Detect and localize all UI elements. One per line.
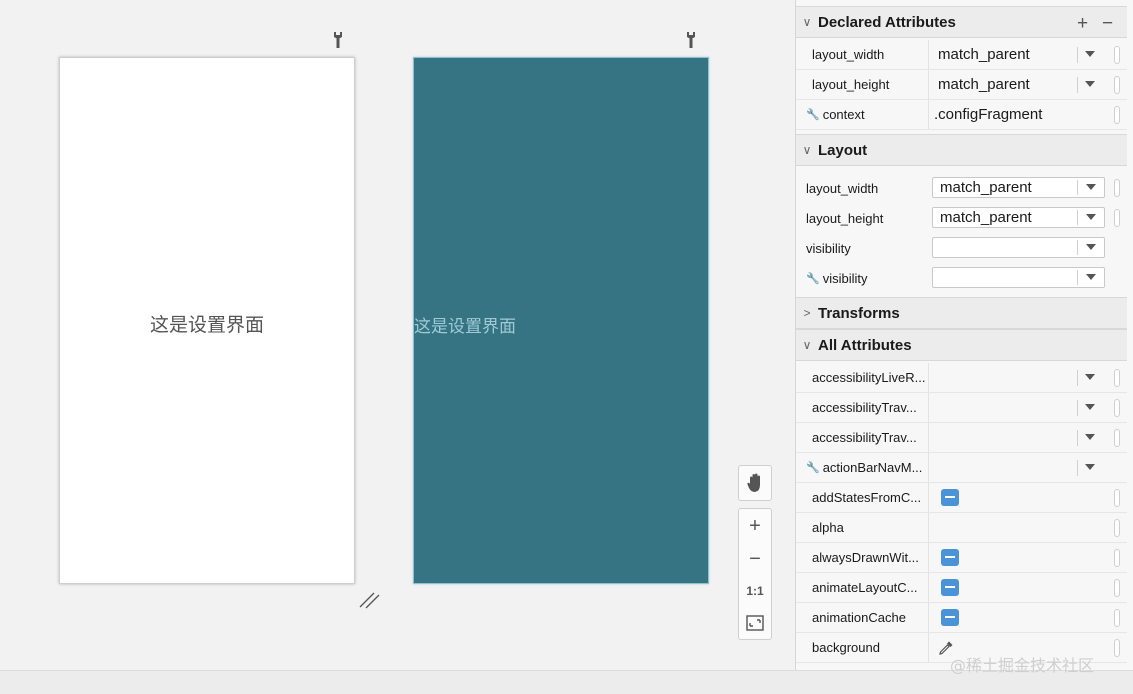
declared-row[interactable]: 🔧 context .configFragment — [796, 100, 1127, 130]
zoom-out-icon[interactable]: − — [739, 544, 771, 574]
dropdown-arrow-icon[interactable] — [1085, 374, 1095, 380]
edit-button[interactable] — [1114, 609, 1120, 627]
wrench-icon[interactable] — [684, 31, 698, 49]
edit-button[interactable] — [1114, 639, 1120, 657]
attribute-row[interactable]: accessibilityTrav... — [796, 393, 1127, 423]
tools-visibility-combo[interactable] — [932, 267, 1105, 288]
dropdown-arrow-icon — [1086, 184, 1096, 190]
value-field[interactable] — [928, 513, 1114, 542]
edit-button[interactable] — [1114, 549, 1120, 567]
edit-button[interactable] — [1114, 369, 1120, 387]
hand-icon[interactable] — [739, 468, 771, 498]
dropdown-arrow-icon[interactable] — [1085, 51, 1095, 57]
dropdown-arrow-icon — [1086, 214, 1096, 220]
dropdown-arrow-icon[interactable] — [1085, 464, 1095, 470]
chevron-down-icon[interactable]: ∨ — [796, 15, 818, 29]
attribute-row[interactable]: accessibilityLiveR... — [796, 363, 1127, 393]
attribute-row[interactable]: addStatesFromC... — [796, 483, 1127, 513]
edit-button[interactable] — [1114, 209, 1120, 227]
preview-text: 这是设置界面 — [149, 314, 264, 336]
design-preview[interactable]: 这是设置界面 — [59, 57, 355, 584]
zoom-in-icon[interactable]: + — [739, 511, 771, 541]
blueprint-preview[interactable]: 这是设置界面 — [413, 57, 709, 584]
layout-header[interactable]: ∨ Layout — [796, 134, 1127, 166]
layout-height-combo[interactable]: match_parent — [932, 207, 1105, 228]
add-attribute-icon[interactable]: + — [1077, 13, 1088, 35]
resize-handle-icon[interactable] — [357, 587, 381, 611]
chevron-right-icon[interactable]: > — [796, 306, 818, 320]
flag-toggle-icon[interactable] — [941, 579, 959, 596]
remove-attribute-icon[interactable]: − — [1102, 13, 1113, 35]
attributes-panel: ∨ Declared Attributes + − layout_width m… — [795, 0, 1133, 670]
edit-button[interactable] — [1114, 46, 1120, 64]
zoom-controls: + − 1:1 — [738, 508, 772, 640]
watermark: @稀土掘金技术社区 — [950, 656, 1095, 675]
declared-attributes-header[interactable]: ∨ Declared Attributes + − — [796, 6, 1127, 38]
edit-button[interactable] — [1114, 179, 1120, 197]
declared-row[interactable]: layout_width match_parent — [796, 40, 1127, 70]
layout-row[interactable]: 🔧 visibility — [796, 263, 1127, 293]
fit-screen-icon[interactable] — [739, 608, 771, 638]
dropdown-arrow-icon — [1086, 244, 1096, 250]
attribute-row[interactable]: animationCache — [796, 603, 1127, 633]
edit-button[interactable] — [1114, 76, 1120, 94]
layout-row[interactable]: layout_width match_parent — [796, 173, 1127, 203]
attribute-row[interactable]: alwaysDrawnWit... — [796, 543, 1127, 573]
all-attributes-header[interactable]: ∨ All Attributes — [796, 329, 1127, 361]
edit-button[interactable] — [1114, 399, 1120, 417]
flag-toggle-icon[interactable] — [941, 549, 959, 566]
layout-width-combo[interactable]: match_parent — [932, 177, 1105, 198]
chevron-down-icon[interactable]: ∨ — [796, 143, 818, 157]
attribute-row[interactable]: 🔧 actionBarNavM... — [796, 453, 1127, 483]
layout-row[interactable]: layout_height match_parent — [796, 203, 1127, 233]
zoom-actual-size-button[interactable]: 1:1 — [739, 576, 771, 606]
dropdown-arrow-icon[interactable] — [1085, 434, 1095, 440]
flag-toggle-icon[interactable] — [941, 609, 959, 626]
layout-row[interactable]: visibility — [796, 233, 1127, 263]
flag-toggle-icon[interactable] — [941, 489, 959, 506]
edit-button[interactable] — [1114, 429, 1120, 447]
wrench-icon: 🔧 — [806, 109, 820, 121]
transforms-header[interactable]: > Transforms — [796, 297, 1127, 329]
wrench-icon: 🔧 — [806, 462, 820, 474]
declared-row[interactable]: layout_height match_parent — [796, 70, 1127, 100]
attribute-row[interactable]: alpha — [796, 513, 1127, 543]
blueprint-text: 这是设置界面 — [414, 317, 516, 337]
dropdown-arrow-icon — [1086, 274, 1096, 280]
wrench-icon: 🔧 — [806, 272, 820, 285]
wrench-icon[interactable] — [331, 31, 345, 49]
edit-button[interactable] — [1114, 106, 1120, 124]
dropdown-arrow-icon[interactable] — [1085, 404, 1095, 410]
edit-button[interactable] — [1114, 579, 1120, 597]
attribute-row[interactable]: animateLayoutC... — [796, 573, 1127, 603]
chevron-down-icon[interactable]: ∨ — [796, 338, 818, 352]
edit-button[interactable] — [1114, 489, 1120, 507]
attribute-row[interactable]: accessibilityTrav... — [796, 423, 1127, 453]
value-field[interactable]: .configFragment — [928, 100, 1114, 129]
pan-control — [738, 465, 772, 501]
edit-button[interactable] — [1114, 519, 1120, 537]
visibility-combo[interactable] — [932, 237, 1105, 258]
dropdown-arrow-icon[interactable] — [1085, 81, 1095, 87]
design-canvas[interactable]: 这是设置界面 这是设置界面 + − 1:1 — [0, 0, 795, 670]
